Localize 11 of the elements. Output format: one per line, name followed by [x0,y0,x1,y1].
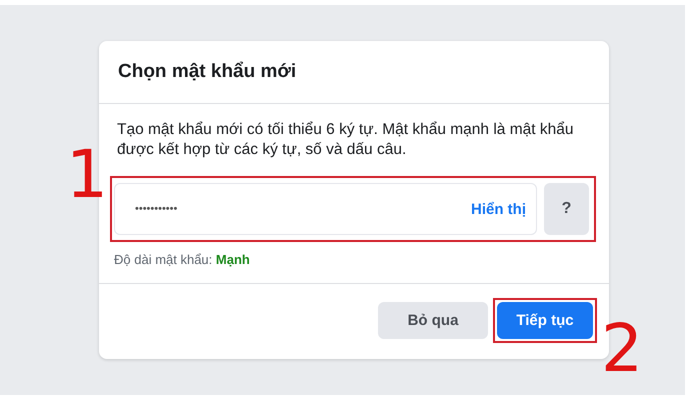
password-field[interactable]: ••••••••••• Hiển thị [114,183,537,235]
help-button[interactable]: ? [544,183,589,235]
continue-button[interactable]: Tiếp tục [497,302,593,339]
dialog-title: Chọn mật khẩu mới [118,61,296,83]
description-text: Tạo mật khẩu mới có tối thiểu 6 ký tự. Mật khẩu mạnh là mật khẩu được kết hợp từ các ký tự, số và dấu câu. [117,120,574,160]
annotation-number: 2 [601,316,643,382]
show-link[interactable]: Hiển thị [471,200,526,218]
strength-value: Mạnh [216,252,250,267]
skip-button[interactable]: Bỏ qua [378,302,488,339]
annotation-number: 1 [66,142,108,208]
strength-label: Độ dài mật khẩu: [114,252,212,267]
